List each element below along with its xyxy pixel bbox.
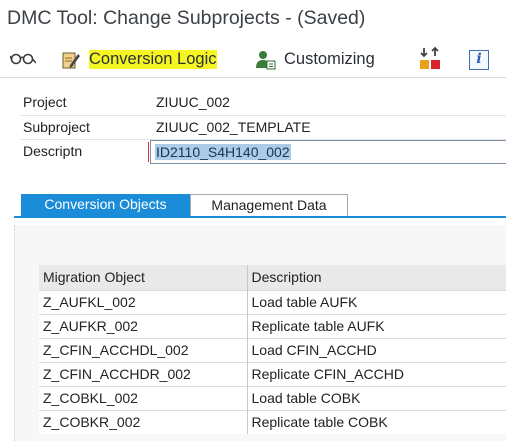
table-row[interactable]: Z_COBKR_002 Replicate table COBK <box>39 410 506 434</box>
tab-management-data[interactable]: Management Data <box>190 194 348 217</box>
table-row[interactable]: Z_AUFKR_002 Replicate table AUFK <box>39 314 506 338</box>
description-value: ID2110_S4H140_002 <box>155 144 291 160</box>
table-row[interactable]: Z_COBKL_002 Load table COBK <box>39 386 506 410</box>
table-row[interactable]: Z_CFIN_ACCHDL_002 Load CFIN_ACCHD <box>39 338 506 362</box>
description-cell[interactable]: Load table AUFK <box>247 290 506 314</box>
table-header-row: Migration Object Description <box>39 265 506 290</box>
migration-object-cell[interactable]: Z_CFIN_ACCHDR_002 <box>39 362 248 386</box>
project-value: ZIUUC_002 <box>156 94 230 110</box>
migration-object-cell[interactable]: Z_COBKR_002 <box>39 410 248 434</box>
migration-object-cell[interactable]: Z_COBKL_002 <box>39 386 248 410</box>
info-icon[interactable]: i <box>469 50 489 70</box>
table-row[interactable]: Z_AUFKL_002 Load table AUFK <box>39 290 506 314</box>
description-field[interactable]: ID2110_S4H140_002 <box>150 140 506 164</box>
description-cell[interactable]: Replicate table AUFK <box>247 314 506 338</box>
customizing-label: Customizing <box>284 49 375 68</box>
glasses-icon[interactable] <box>9 51 37 67</box>
project-label: Project <box>23 94 67 110</box>
conversion-logic-label: Conversion Logic <box>89 49 217 69</box>
tab-conversion-objects[interactable]: Conversion Objects <box>21 194 190 217</box>
toolbar: Conversion Logic Customizing i <box>0 40 506 78</box>
subproject-value: ZIUUC_002_TEMPLATE <box>156 118 311 135</box>
migration-objects-table: Migration Object Description Z_AUFKL_002… <box>39 265 506 434</box>
description-cell[interactable]: Replicate table COBK <box>247 410 506 434</box>
description-cell[interactable]: Load table COBK <box>247 386 506 410</box>
subproject-label: Subproject <box>23 118 90 135</box>
migration-object-cell[interactable]: Z_CFIN_ACCHDL_002 <box>39 338 248 362</box>
person-icon[interactable] <box>254 49 276 71</box>
table-row[interactable]: Z_CFIN_ACCHDR_002 Replicate CFIN_ACCHD <box>39 362 506 386</box>
project-row: Project ZIUUC_002 <box>20 91 506 116</box>
header-form: Project ZIUUC_002 Subproject ZIUUC_002_T… <box>20 91 506 165</box>
conversion-objects-panel: Migration Object Description Z_AUFKL_002… <box>14 225 506 441</box>
customizing-button[interactable]: Customizing <box>284 46 375 72</box>
description-label: Descriptn <box>23 143 83 159</box>
tab-underline <box>14 216 506 218</box>
subproject-row: Subproject ZIUUC_002_TEMPLATE <box>20 116 506 140</box>
description-row: Descriptn ID2110_S4H140_002 <box>20 140 506 165</box>
migration-object-cell[interactable]: Z_AUFKL_002 <box>39 290 248 314</box>
sort-icon[interactable] <box>418 46 442 71</box>
title-bar: DMC Tool: Change Subprojects - (Saved) <box>0 0 506 40</box>
description-cell[interactable]: Replicate CFIN_ACCHD <box>247 362 506 386</box>
window-title: DMC Tool: Change Subprojects - (Saved) <box>7 7 366 29</box>
conversion-logic-button[interactable]: Conversion Logic <box>89 46 217 72</box>
pencil-icon[interactable] <box>62 50 80 70</box>
description-cell[interactable]: Load CFIN_ACCHD <box>247 338 506 362</box>
migration-object-cell[interactable]: Z_AUFKR_002 <box>39 314 248 338</box>
column-header-description[interactable]: Description <box>247 265 506 290</box>
column-header-migration-object[interactable]: Migration Object <box>39 265 248 290</box>
